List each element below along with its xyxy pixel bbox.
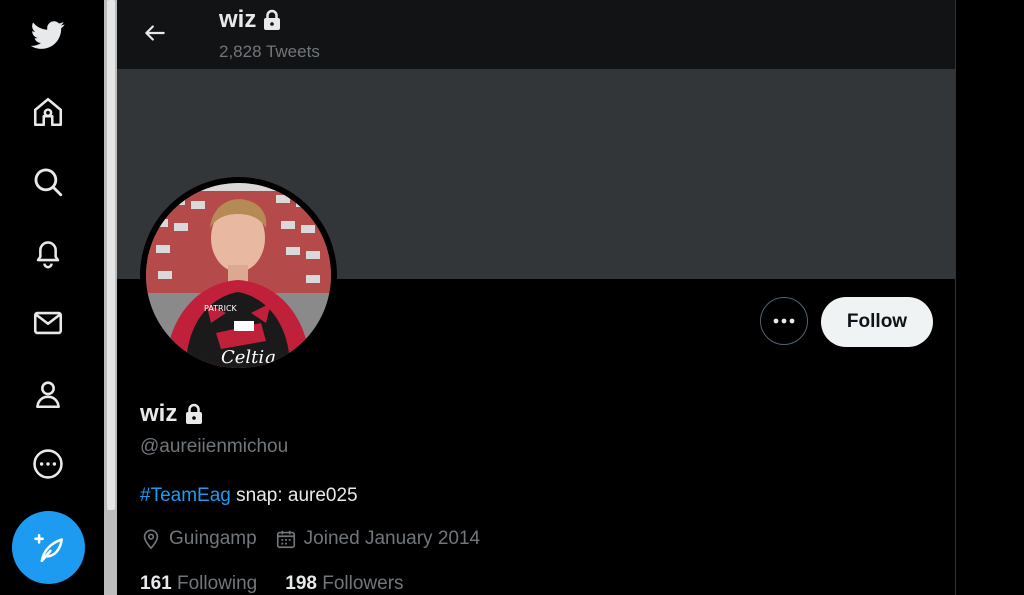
calendar-icon — [276, 530, 295, 549]
location-pin-icon — [143, 529, 159, 550]
avatar-photo: PATRICK Celtiq — [146, 183, 331, 368]
profile-bio: #TeamEag snap: aure025 — [140, 485, 358, 507]
header-title: wiz — [219, 6, 282, 34]
profile-handle: @aureiienmichou — [140, 436, 289, 457]
more-dots-icon — [773, 318, 795, 324]
more-circle-icon[interactable] — [28, 444, 68, 484]
header-display-name: wiz — [219, 6, 257, 33]
profile-meta: Guingamp Joined January 2014 — [140, 528, 498, 550]
avatar[interactable]: PATRICK Celtiq — [140, 177, 337, 374]
following-label: Following — [176, 573, 258, 594]
compose-tweet-icon — [33, 533, 63, 562]
lock-icon — [264, 9, 281, 30]
joined-text: Joined January 2014 — [303, 528, 481, 549]
following-link[interactable]: 161 Following — [140, 573, 257, 595]
location-text: Guingamp — [169, 528, 257, 549]
more-options-button[interactable] — [760, 297, 808, 345]
profile-display-name: wiz — [140, 400, 178, 427]
search-icon[interactable] — [28, 162, 68, 202]
left-navigation — [0, 0, 104, 595]
bio-text: snap: aure025 — [230, 485, 358, 506]
home-icon[interactable] — [28, 92, 68, 132]
lock-icon — [186, 403, 203, 424]
followers-link[interactable]: 198 Followers — [285, 573, 403, 595]
scrollbar-thumb[interactable] — [107, 0, 115, 510]
back-button[interactable] — [138, 16, 172, 50]
joined-item: Joined January 2014 — [275, 528, 480, 550]
location-item: Guingamp — [140, 528, 257, 550]
bio-hashtag-link[interactable]: #TeamEag — [140, 485, 231, 506]
tweet-count: 2,828 Tweets — [219, 42, 320, 61]
compose-tweet-button[interactable] — [12, 511, 85, 584]
svg-text:PATRICK: PATRICK — [204, 304, 238, 313]
profile-column: wiz 2,828 Tweets PATRICK Celtiq Follow w… — [117, 0, 956, 595]
profile-stats: 161 Following 198 Followers — [140, 573, 432, 595]
follow-button[interactable]: Follow — [821, 297, 933, 347]
notifications-bell-icon[interactable] — [28, 233, 68, 273]
svg-text:Celtiq: Celtiq — [221, 347, 276, 368]
right-sidebar — [956, 0, 1024, 595]
twitter-logo-icon[interactable] — [28, 15, 68, 55]
profile-header-bar: wiz 2,828 Tweets — [117, 0, 956, 69]
back-arrow-icon — [145, 25, 165, 41]
following-count: 161 — [140, 573, 172, 594]
followers-count: 198 — [285, 573, 317, 594]
profile-icon[interactable] — [28, 374, 68, 414]
messages-envelope-icon[interactable] — [28, 303, 68, 343]
profile-display-name-row: wiz — [140, 400, 204, 428]
followers-label: Followers — [322, 573, 404, 594]
